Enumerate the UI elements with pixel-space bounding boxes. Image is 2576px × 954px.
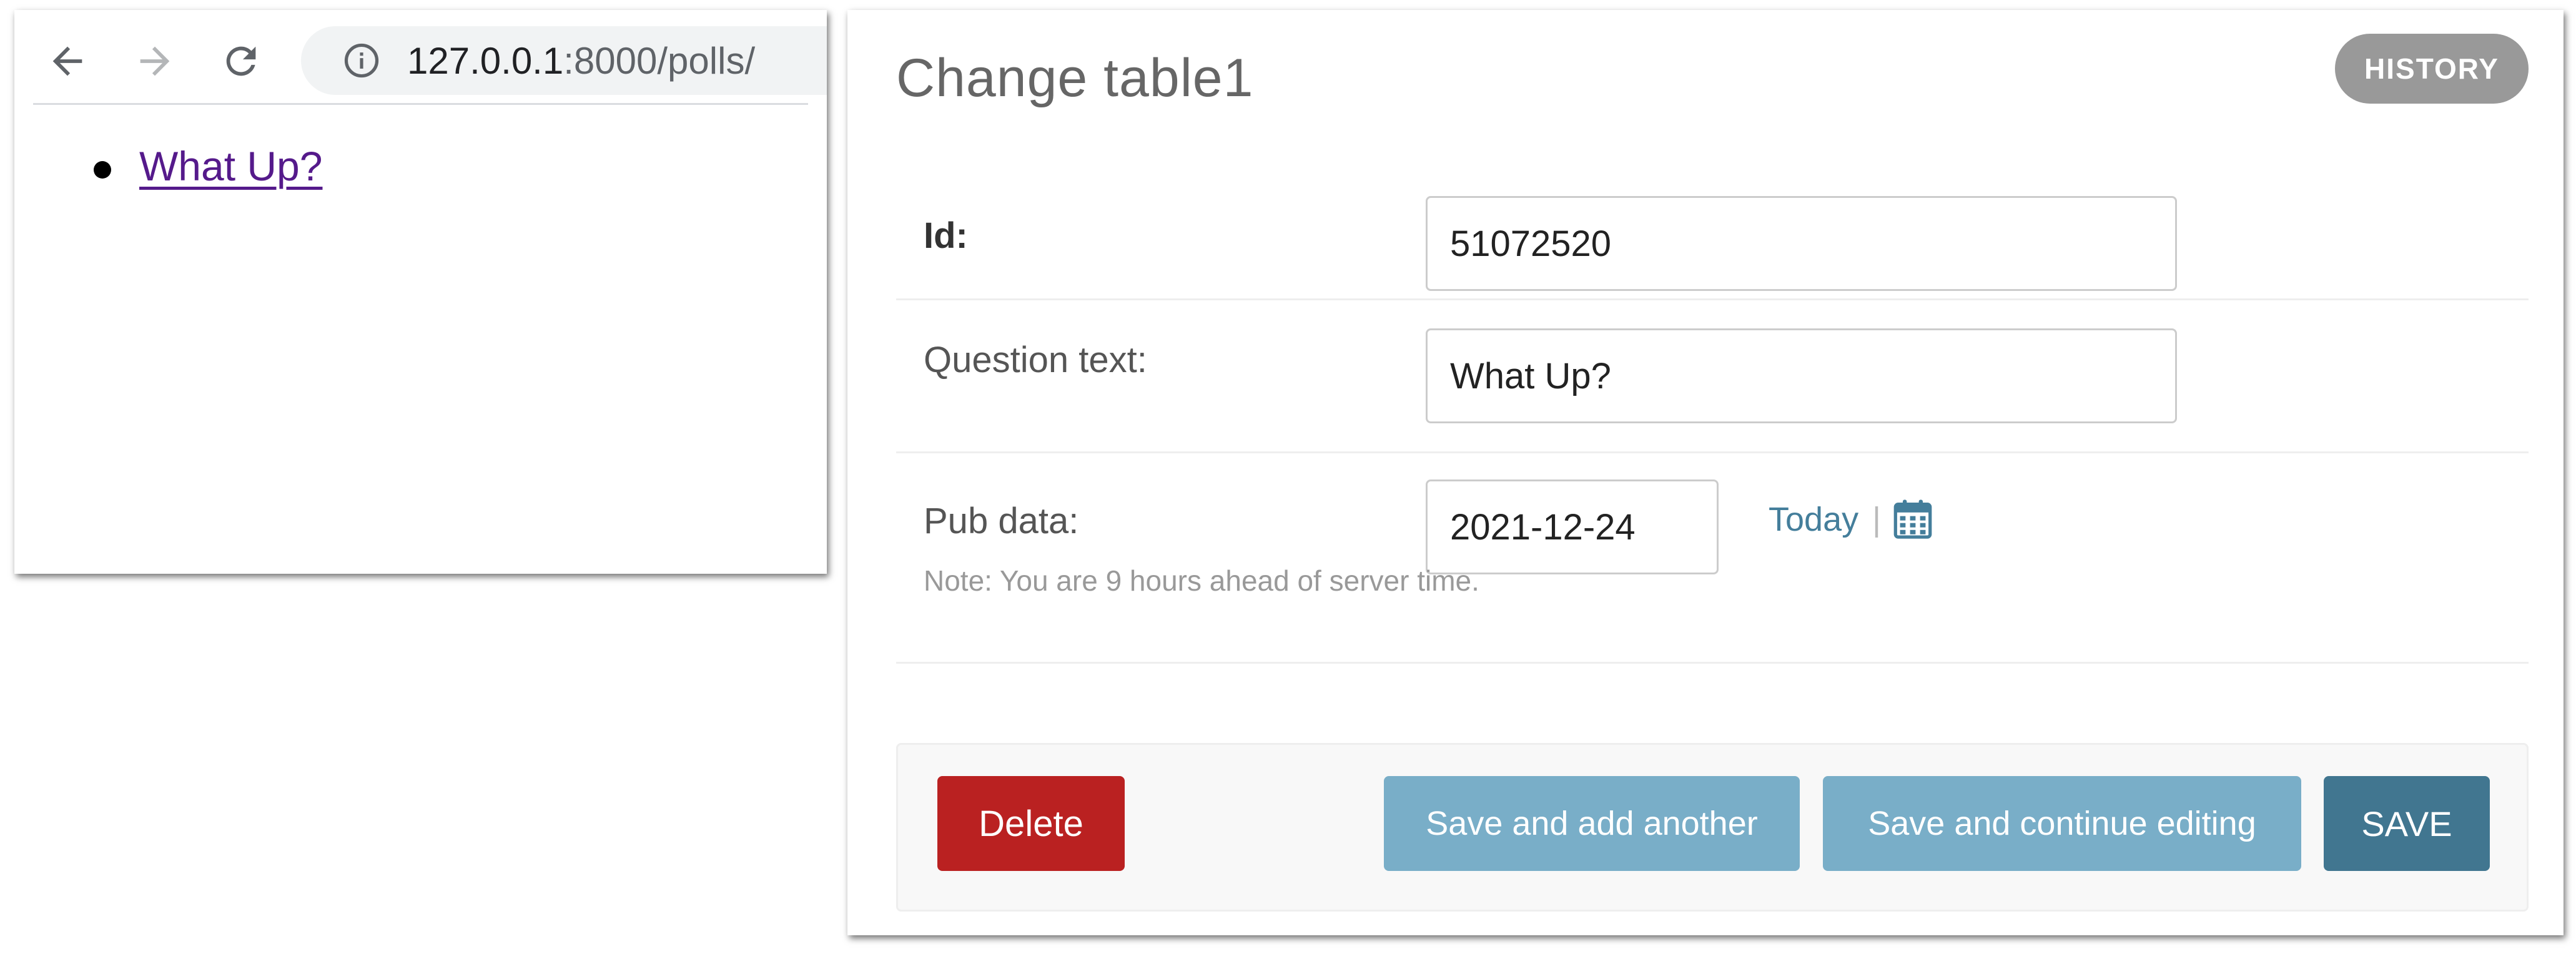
save-and-continue-button[interactable]: Save and continue editing [1823,776,2301,871]
form-row-pub-data: Pub data: Today | Note: You are 9 hours … [896,453,2529,664]
save-button[interactable]: SAVE [2324,776,2490,871]
browser-toolbar: 127.0.0.1:8000/polls/ [14,10,827,104]
id-field[interactable] [1426,196,2177,291]
pub-data-label: Pub data: [924,501,1079,541]
form-row-question-text: Question text: [896,300,2529,453]
poll-link[interactable]: What Up? [139,142,322,190]
reload-icon [226,46,256,76]
today-link[interactable]: Today [1769,500,1858,539]
url-path: :8000/polls/ [563,39,756,82]
shortcut-separator: | [1872,501,1882,538]
forward-button[interactable] [127,33,183,89]
arrow-left-icon [52,46,82,76]
pub-data-field[interactable] [1426,479,1719,574]
save-and-add-another-button[interactable]: Save and add another [1384,776,1800,871]
url-host: 127.0.0.1 [407,39,564,82]
page-title: Change table1 [896,48,1254,108]
history-button[interactable]: HISTORY [2335,34,2529,104]
form-row-id: Id: [896,185,2529,300]
question-text-field[interactable] [1426,328,2177,423]
delete-button[interactable]: Delete [937,776,1125,871]
timezone-note: Note: You are 9 hours ahead of server ti… [924,564,1479,597]
list-bullet [94,161,111,179]
url-text: 127.0.0.1:8000/polls/ [407,39,755,82]
submit-row: Delete Save and add another Save and con… [896,743,2529,912]
browser-window: 127.0.0.1:8000/polls/ What Up? [14,10,827,574]
reload-button[interactable] [213,33,269,89]
arrow-right-icon [140,46,170,76]
question-text-label: Question text: [924,340,1147,380]
id-label: Id: [924,215,968,256]
address-bar[interactable]: 127.0.0.1:8000/polls/ [301,26,827,95]
admin-change-form: Change table1 HISTORY Id: Question text:… [847,10,2564,935]
page-content: What Up? [14,105,827,574]
info-circle-icon[interactable] [340,39,383,82]
back-button[interactable] [39,33,96,89]
calendar-icon[interactable] [1891,497,1935,541]
